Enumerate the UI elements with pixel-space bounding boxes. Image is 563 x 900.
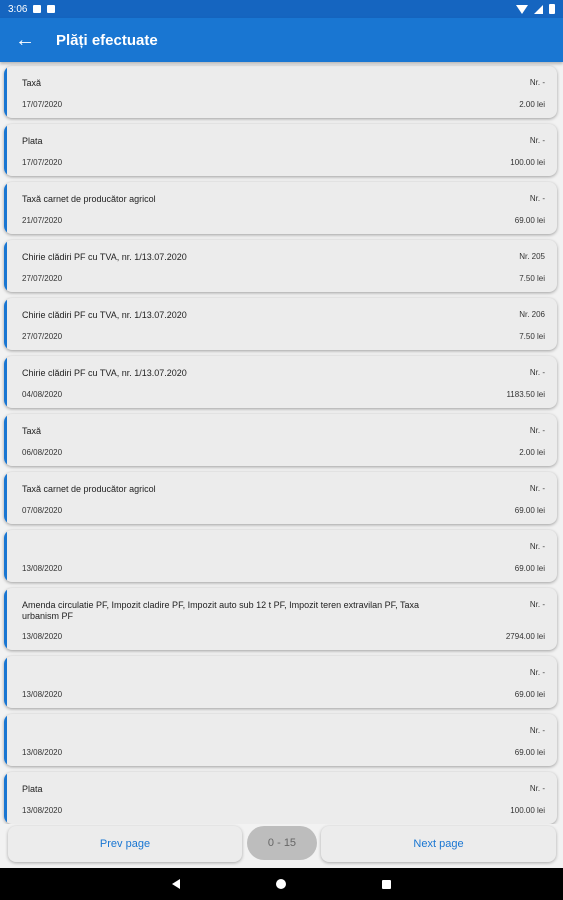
nav-home-icon[interactable] [276,879,286,889]
payment-date: 04/08/2020 [22,390,63,399]
payment-amount: 2.00 lei [519,448,545,457]
card-accent-bar [4,530,7,582]
payment-number: Nr. - [529,484,545,493]
payment-number: Nr. - [529,194,545,203]
payment-date: 13/08/2020 [22,632,63,641]
payment-number: Nr. 206 [519,310,545,319]
payment-date: 06/08/2020 [22,448,63,457]
payment-card[interactable]: Plata 17/07/2020 Nr. - 100.00 lei [4,124,557,176]
payment-card[interactable]: Chirie clădiri PF cu TVA, nr. 1/13.07.20… [4,298,557,350]
nav-back-icon[interactable] [172,879,180,889]
card-accent-bar [4,356,7,408]
payment-date: 13/08/2020 [22,564,63,573]
sim-notification-icon [47,5,56,13]
payment-description: Chirie clădiri PF cu TVA, nr. 1/13.07.20… [22,252,187,262]
payment-card[interactable]: Plata 13/08/2020 Nr. - 100.00 lei [4,772,557,824]
nav-recents-icon[interactable] [382,879,391,889]
prev-page-button[interactable]: Prev page [8,826,242,862]
payment-number: Nr. - [529,136,545,145]
payment-date: 17/07/2020 [22,100,63,109]
payment-description: Amenda circulatie PF, Impozit cladire PF… [22,600,420,621]
payment-amount: 2794.00 lei [505,632,545,641]
card-accent-bar [4,772,7,824]
payment-amount: 69.00 lei [514,748,545,757]
payment-card[interactable]: Taxă 06/08/2020 Nr. - 2.00 lei [4,414,557,466]
payment-description: Chirie clădiri PF cu TVA, nr. 1/13.07.20… [22,310,187,320]
payment-number: Nr. - [529,784,545,793]
payment-description: Plata [22,784,43,794]
system-nav-bar [0,868,563,900]
wifi-icon [516,4,528,14]
payment-number: Nr. - [529,726,545,735]
card-accent-bar [4,588,7,650]
payment-description: Taxă carnet de producător agricol [22,484,156,494]
payments-list[interactable]: Taxă 17/07/2020 Nr. - 2.00 lei Plata 17/… [0,62,563,824]
next-page-button[interactable]: Next page [321,826,556,862]
payment-number: Nr. - [529,600,545,609]
payment-description: Taxă [22,78,42,88]
payment-card[interactable]: Amenda circulatie PF, Impozit cladire PF… [4,588,557,650]
arrow-back-icon[interactable]: ← [0,18,50,62]
card-accent-bar [4,66,7,118]
payment-number: Nr. - [529,668,545,677]
payment-amount: 69.00 lei [514,564,545,573]
payment-number: Nr. - [529,78,545,87]
payment-card[interactable]: Taxă 17/07/2020 Nr. - 2.00 lei [4,66,557,118]
pagination-bar: Prev page 0 - 15 Next page [0,824,563,868]
payment-description: Chirie clădiri PF cu TVA, nr. 1/13.07.20… [22,368,187,378]
status-bar: 3:06 [0,0,563,18]
payment-card[interactable]: Taxă carnet de producător agricol 21/07/… [4,182,557,234]
payment-date: 13/08/2020 [22,806,63,815]
card-accent-bar [4,714,7,766]
payment-date: 21/07/2020 [22,216,63,225]
payment-amount: 69.00 lei [514,506,545,515]
payment-description: Taxă carnet de producător agricol [22,194,156,204]
battery-icon [549,4,555,14]
payment-number: Nr. 205 [519,252,545,261]
payment-card[interactable]: 13/08/2020 Nr. - 69.00 lei [4,714,557,766]
page-range-indicator: 0 - 15 [247,826,317,860]
payment-description: Plata [22,136,43,146]
payment-date: 13/08/2020 [22,690,63,699]
payment-amount: 100.00 lei [510,158,545,167]
signal-icon [534,4,543,14]
payment-date: 13/08/2020 [22,748,63,757]
settings-notification-icon [33,5,42,13]
status-time: 3:06 [8,3,28,15]
card-accent-bar [4,124,7,176]
card-accent-bar [4,472,7,524]
payment-card[interactable]: 13/08/2020 Nr. - 69.00 lei [4,530,557,582]
card-accent-bar [4,414,7,466]
payment-date: 17/07/2020 [22,158,63,167]
payment-number: Nr. - [529,426,545,435]
payment-card[interactable]: Taxă carnet de producător agricol 07/08/… [4,472,557,524]
payment-number: Nr. - [529,542,545,551]
card-accent-bar [4,656,7,708]
payment-card[interactable]: Chirie clădiri PF cu TVA, nr. 1/13.07.20… [4,240,557,292]
payment-amount: 2.00 lei [519,100,545,109]
payment-amount: 69.00 lei [514,216,545,225]
payment-amount: 7.50 lei [519,332,545,341]
card-accent-bar [4,240,7,292]
payment-card[interactable]: Chirie clădiri PF cu TVA, nr. 1/13.07.20… [4,356,557,408]
payment-amount: 1183.50 lei [506,390,545,399]
payment-amount: 7.50 lei [519,274,545,283]
payment-card[interactable]: 13/08/2020 Nr. - 69.00 lei [4,656,557,708]
page-title: Plăți efectuate [56,31,158,49]
payment-amount: 100.00 lei [510,806,545,815]
card-accent-bar [4,298,7,350]
payment-description: Taxă [22,426,42,436]
card-accent-bar [4,182,7,234]
payment-number: Nr. - [529,368,545,377]
payment-date: 27/07/2020 [22,332,63,341]
payment-date: 07/08/2020 [22,506,63,515]
app-bar: ← Plăți efectuate [0,18,563,62]
payment-amount: 69.00 lei [514,690,545,699]
payment-date: 27/07/2020 [22,274,63,283]
